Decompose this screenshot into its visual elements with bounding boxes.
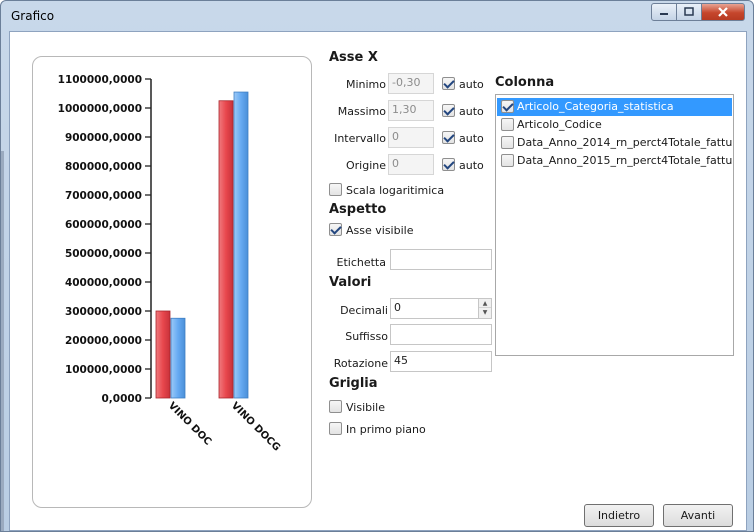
y-tick-label: 800000,0000 <box>65 161 142 173</box>
back-button[interactable]: Indietro <box>584 504 654 527</box>
origine-auto-label: auto <box>459 159 484 172</box>
minimo-auto-checkbox[interactable] <box>442 77 455 90</box>
colonna-heading: Colonna <box>495 75 555 90</box>
list-item-checkbox[interactable] <box>501 117 514 131</box>
aspetto-heading: Aspetto <box>329 202 387 217</box>
in-primo-piano-checkbox[interactable] <box>329 422 342 435</box>
next-button[interactable]: Avanti <box>663 504 733 527</box>
list-item[interactable]: Data_Anno_2015_rn_perct4Totale_fatturato <box>497 152 732 170</box>
intervallo-auto-label: auto <box>459 132 484 145</box>
massimo-label: Massimo <box>337 105 386 118</box>
y-tick-label: 0,0000 <box>101 393 142 405</box>
list-item[interactable]: Data_Anno_2014_rn_perct4Totale_fatturato <box>497 134 732 152</box>
list-item-checkbox[interactable] <box>501 135 514 149</box>
x-tick-label: VINO DOC <box>166 400 213 447</box>
maximize-button[interactable] <box>676 3 702 21</box>
scala-logaritmica-checkbox[interactable] <box>329 183 342 196</box>
list-item-label: Articolo_Codice <box>517 118 602 131</box>
in-primo-piano-label: In primo piano <box>346 423 426 436</box>
intervallo-auto-checkbox[interactable] <box>442 131 455 144</box>
list-item-label: Data_Anno_2014_rn_perct4Totale_fatturato <box>517 136 732 149</box>
y-tick-label: 900000,0000 <box>65 132 142 144</box>
asse-visibile-checkbox[interactable] <box>329 223 342 236</box>
asse-visibile-label: Asse visibile <box>346 224 414 237</box>
bar <box>170 317 186 399</box>
minimo-label: Minimo <box>345 78 386 91</box>
chart-preview-panel: 0,0000 100000,0000 200000,0000 300000,0000 4… <box>32 56 312 508</box>
y-tick-label: 500000,0000 <box>65 248 142 260</box>
list-item-checkbox[interactable] <box>501 99 514 113</box>
list-item[interactable]: Articolo_Categoria_statistica <box>497 98 732 116</box>
spin-up-icon[interactable]: ▲ <box>479 299 491 308</box>
spin-down-icon[interactable]: ▼ <box>479 308 491 317</box>
massimo-auto-label: auto <box>459 105 484 118</box>
y-tick-label: 600000,0000 <box>65 219 142 231</box>
minimize-icon <box>660 13 668 15</box>
decimali-input[interactable]: 0 <box>390 298 492 319</box>
maximize-icon <box>684 7 694 16</box>
minimo-auto-label: auto <box>459 78 484 91</box>
list-item-label: Data_Anno_2015_rn_perct4Totale_fatturato <box>517 154 732 167</box>
rotazione-input[interactable]: 45 <box>390 351 492 372</box>
origine-input[interactable]: 0 <box>388 154 434 175</box>
dialog-window: Grafico 0,0000 100000,0000 200000,0000 3000… <box>0 0 754 532</box>
title-bar[interactable]: Grafico <box>1 1 753 31</box>
minimo-input[interactable]: -0,30 <box>388 73 434 94</box>
origine-label: Origine <box>345 159 386 172</box>
x-tick-label: VINO DOCG <box>229 400 282 453</box>
griglia-visibile-checkbox[interactable] <box>329 400 342 413</box>
list-item[interactable]: Articolo_Codice <box>497 116 732 134</box>
valori-heading: Valori <box>329 275 372 290</box>
list-item-checkbox[interactable] <box>501 153 514 167</box>
bar <box>155 310 171 399</box>
rotazione-label: Rotazione <box>333 357 388 370</box>
window-edge <box>1 151 4 531</box>
intervallo-label: Intervallo <box>334 132 386 145</box>
etichetta-input[interactable] <box>390 249 492 270</box>
minimize-button[interactable] <box>651 3 677 21</box>
bar <box>218 100 234 399</box>
massimo-input[interactable]: 1,30 <box>388 100 434 121</box>
y-tick-label: 700000,0000 <box>65 190 142 202</box>
y-tick-label: 400000,0000 <box>65 277 142 289</box>
massimo-auto-checkbox[interactable] <box>442 104 455 117</box>
y-tick-label: 100000,0000 <box>65 364 142 376</box>
griglia-visibile-label: Visibile <box>346 401 385 414</box>
scala-logaritmica-label: Scala logaritimica <box>346 184 445 197</box>
bar-chart: 0,0000 100000,0000 200000,0000 300000,0000 4… <box>58 74 282 453</box>
suffisso-label: Suffisso <box>345 330 388 343</box>
window-title: Grafico <box>11 9 55 23</box>
decimali-value: 0 <box>394 301 401 314</box>
asse-x-heading: Asse X <box>329 50 378 65</box>
suffisso-input[interactable] <box>390 324 492 345</box>
decimali-spinner[interactable]: ▲ ▼ <box>478 299 491 318</box>
close-button[interactable] <box>701 3 745 21</box>
y-tick-label: 300000,0000 <box>65 306 142 318</box>
y-tick-label: 1000000,0000 <box>58 103 142 115</box>
intervallo-input[interactable]: 0 <box>388 127 434 148</box>
dialog-content: 0,0000 100000,0000 200000,0000 300000,0000 4… <box>9 31 747 531</box>
decimali-label: Decimali <box>340 304 388 317</box>
y-tick-label: 200000,0000 <box>65 335 142 347</box>
list-item-label: Articolo_Categoria_statistica <box>517 100 674 113</box>
close-icon <box>718 7 728 17</box>
bar <box>233 91 249 399</box>
griglia-heading: Griglia <box>329 376 378 391</box>
etichetta-label: Etichetta <box>336 256 386 269</box>
y-tick-label: 1100000,0000 <box>58 74 142 86</box>
origine-auto-checkbox[interactable] <box>442 158 455 171</box>
colonna-list[interactable]: Articolo_Categoria_statistica Articolo_C… <box>495 94 734 356</box>
